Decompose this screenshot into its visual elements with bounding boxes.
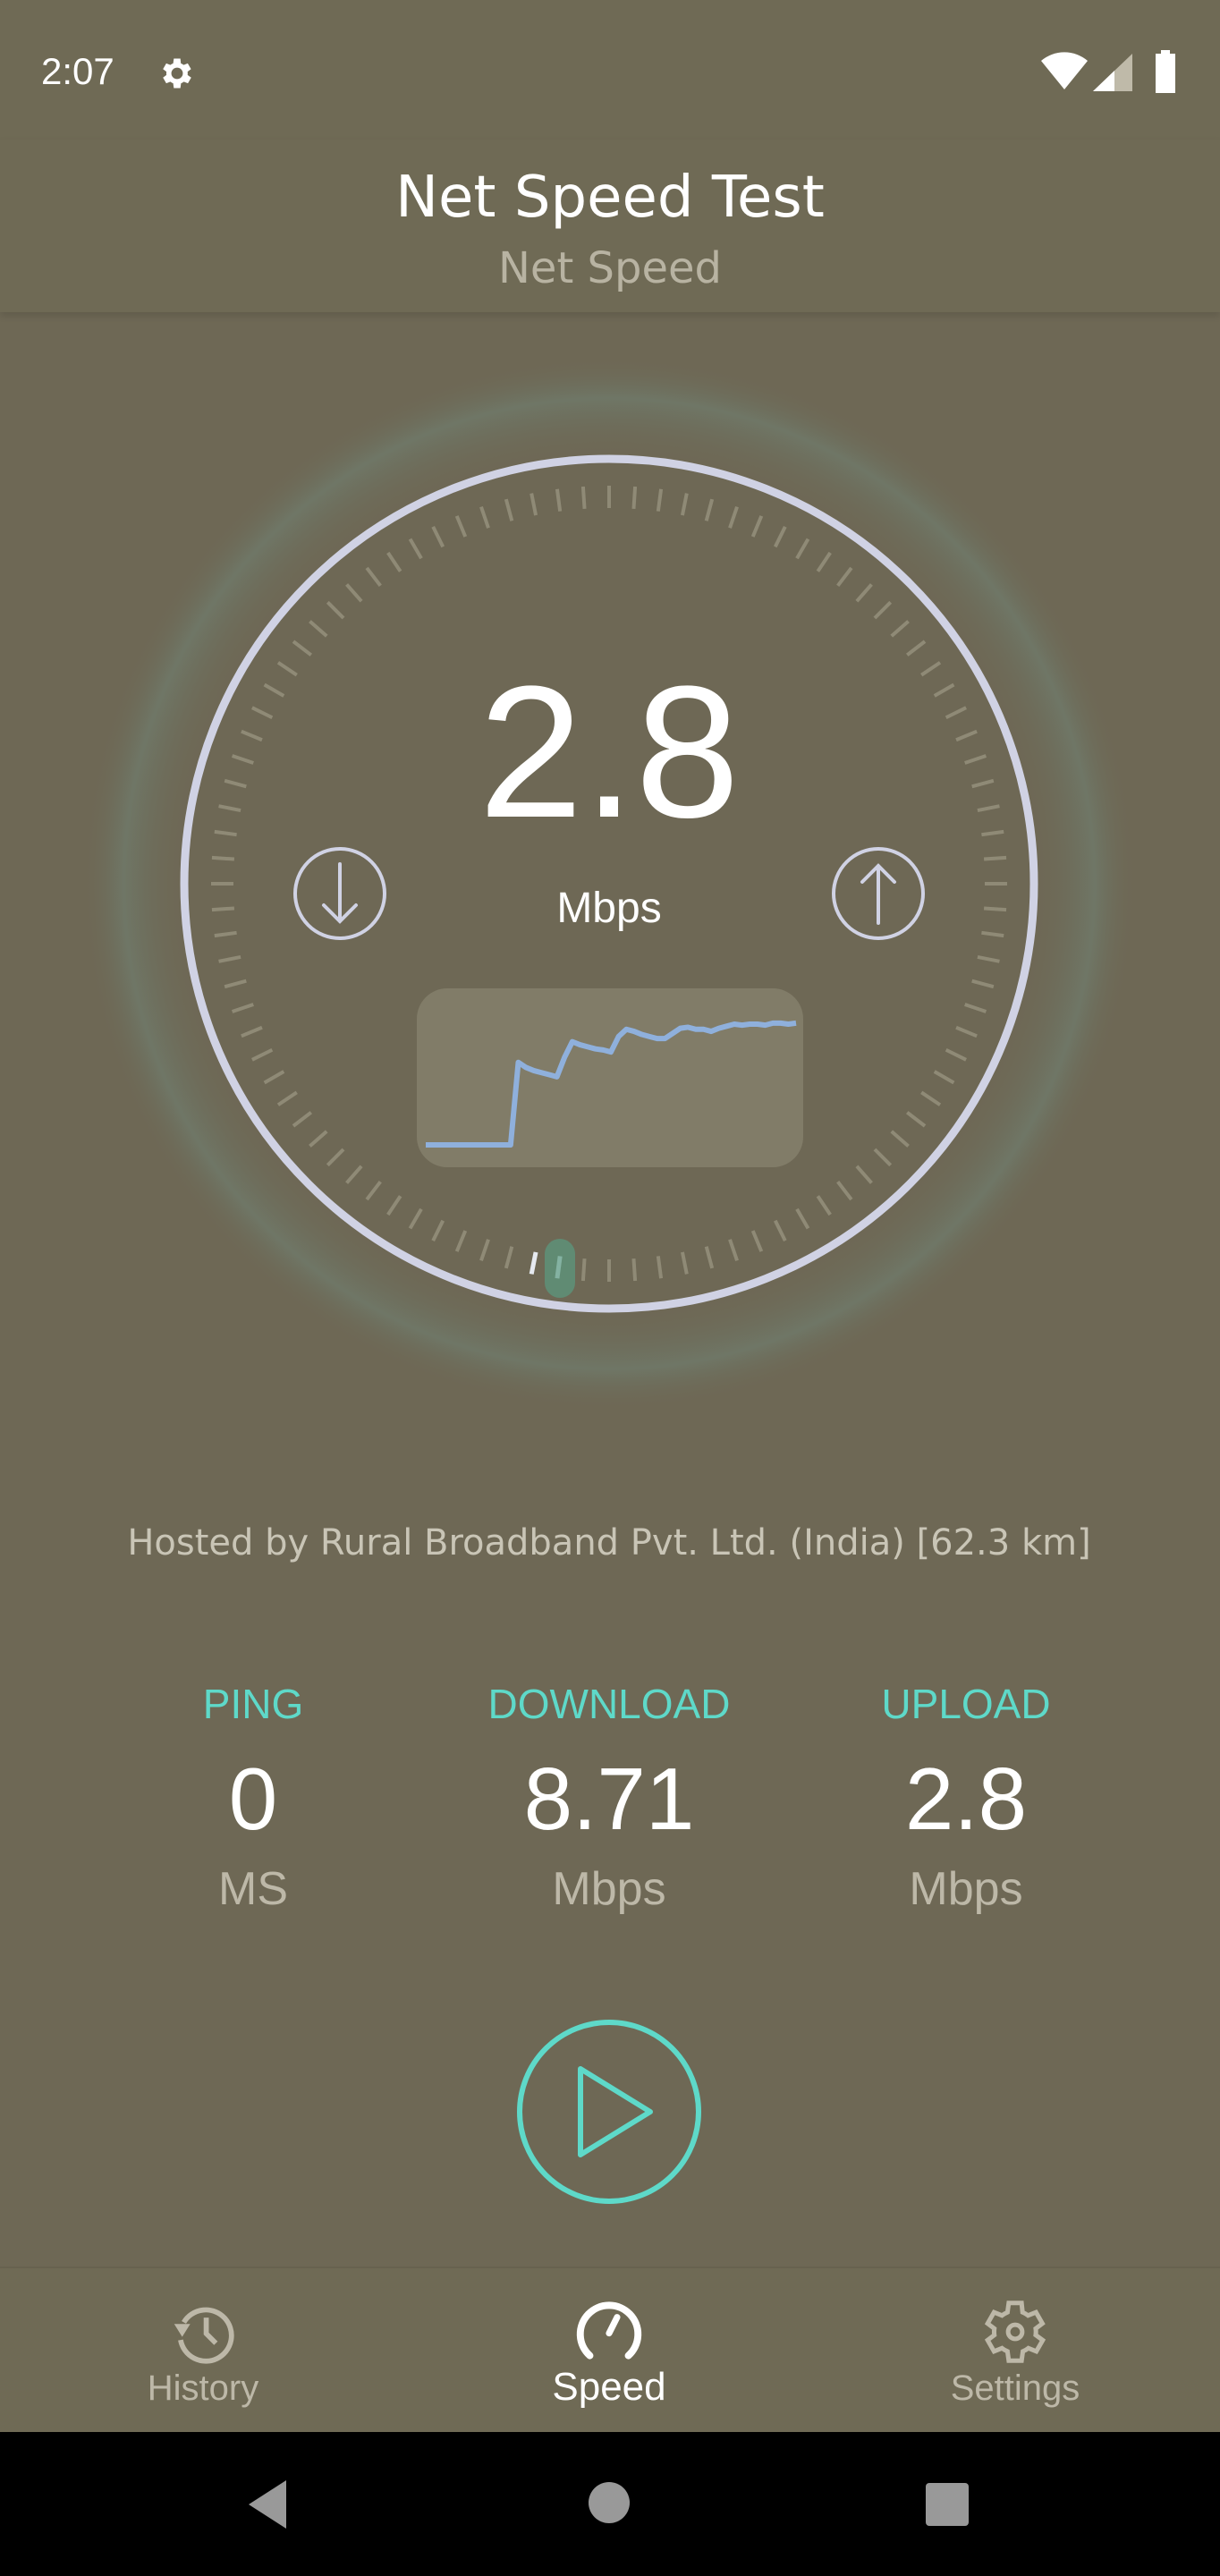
nav-item-settings[interactable]: Settings — [914, 2268, 1116, 2434]
home-icon[interactable] — [587, 2480, 631, 2525]
wifi-icon — [1041, 52, 1088, 89]
app-header: Net Speed Test Net Speed — [0, 140, 1220, 312]
gauge-tick — [631, 486, 638, 510]
upload-unit: Mbps — [909, 1863, 1023, 1915]
nav-item-history[interactable]: History — [102, 2268, 304, 2434]
system-nav-bar — [0, 2432, 1220, 2576]
settings-gear-icon — [163, 58, 191, 89]
nav-item-speed[interactable]: Speed — [508, 2268, 710, 2434]
ping-value: 0 — [228, 1750, 278, 1848]
gauge-tick — [211, 906, 235, 912]
app-subtitle: Net Speed — [498, 243, 722, 293]
gauge-tick — [983, 906, 1007, 912]
app-title: Net Speed Test — [395, 165, 825, 231]
speedometer-icon — [576, 2301, 642, 2360]
play-icon — [578, 2066, 653, 2157]
gauge-tick — [211, 855, 235, 861]
bottom-nav: History Speed Settings — [0, 2267, 1220, 2432]
download-unit: Mbps — [552, 1863, 666, 1915]
cell-signal-icon — [1093, 54, 1132, 91]
nav-label-settings: Settings — [950, 2368, 1080, 2408]
upload-label: UPLOAD — [881, 1681, 1051, 1727]
upload-value: 2.8 — [904, 1750, 1028, 1848]
ping-unit: MS — [218, 1863, 288, 1915]
back-icon[interactable] — [241, 2477, 295, 2532]
current-speed-value: 2.8 — [479, 647, 740, 857]
download-value: 8.71 — [523, 1750, 695, 1848]
current-speed-unit: Mbps — [556, 885, 662, 932]
start-test-button[interactable] — [516, 2019, 702, 2205]
battery-icon — [1156, 50, 1175, 93]
download-label: DOWNLOAD — [487, 1681, 731, 1727]
gauge-tick — [631, 1258, 638, 1282]
ping-label: PING — [202, 1681, 304, 1727]
gauge-tick — [580, 486, 587, 510]
settings-icon — [984, 2301, 1046, 2363]
gauge-tick — [983, 855, 1007, 861]
status-time: 2:07 — [41, 50, 114, 92]
nav-label-history: History — [147, 2368, 259, 2408]
server-info[interactable]: Hosted by Rural Broadband Pvt. Ltd. (Ind… — [127, 1522, 1090, 1563]
status-bar: 2:07 — [0, 0, 1220, 140]
speed-graph-panel — [417, 988, 803, 1167]
history-icon — [174, 2307, 234, 2364]
gauge-tick — [580, 1258, 587, 1282]
nav-label-speed: Speed — [552, 2365, 666, 2409]
gauge-needle-marker — [545, 1239, 575, 1298]
recents-icon[interactable] — [925, 2482, 970, 2527]
